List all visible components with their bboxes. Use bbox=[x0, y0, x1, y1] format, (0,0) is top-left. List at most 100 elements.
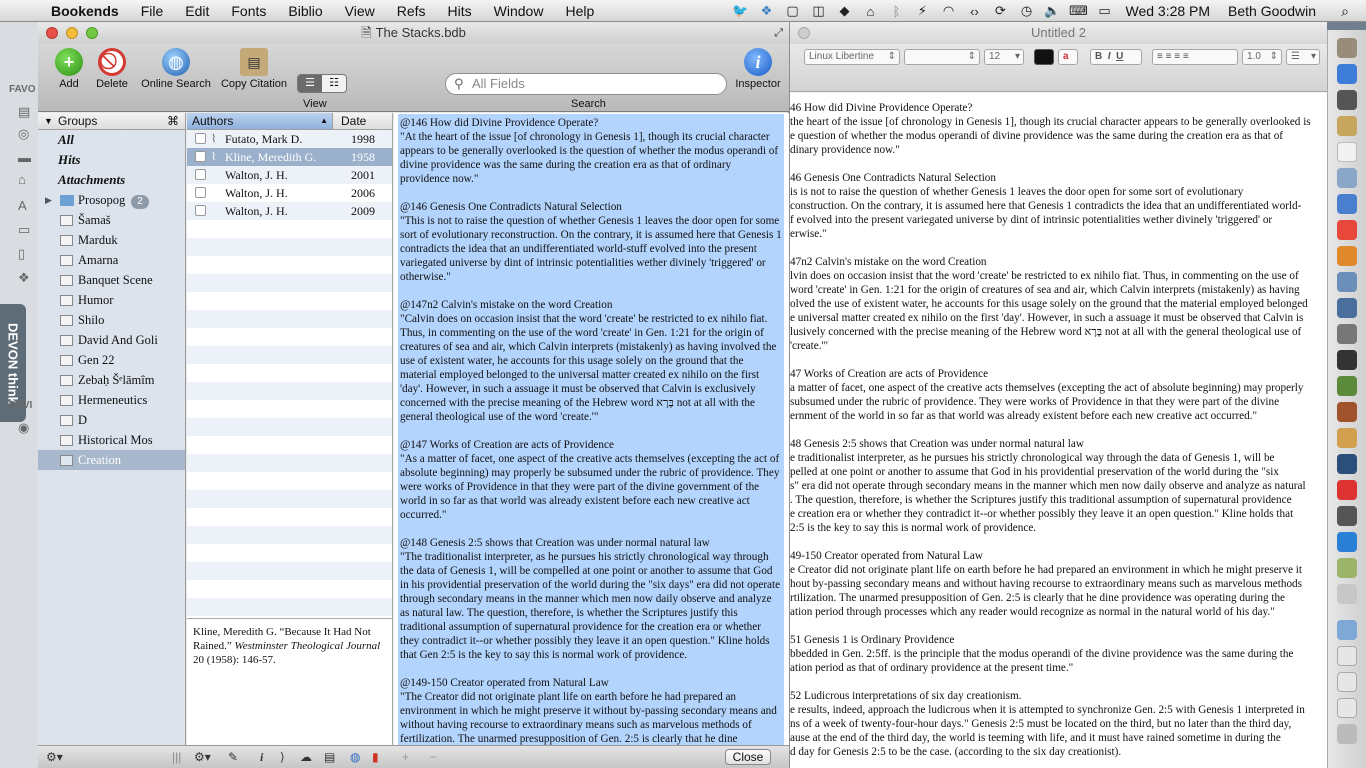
drive-icon[interactable]: ▬ bbox=[18, 150, 36, 165]
text-color-swatch[interactable] bbox=[1034, 49, 1054, 65]
row-checkbox[interactable] bbox=[195, 187, 206, 198]
evernote-icon[interactable]: ◆ bbox=[831, 3, 857, 19]
twitter-icon[interactable]: 🐦 bbox=[727, 3, 753, 19]
document-titlebar[interactable]: Untitled 2 bbox=[790, 22, 1327, 44]
table-row[interactable]: Walton, J. H. 2009 bbox=[187, 202, 392, 220]
bold-italic-underline-buttons[interactable]: B I U bbox=[1090, 49, 1142, 65]
notes-pane[interactable]: @146 How did Divine Providence Operate? "… bbox=[394, 113, 789, 745]
view-detail-icon[interactable]: ☷ bbox=[322, 75, 346, 92]
applications-icon[interactable]: A bbox=[18, 198, 36, 213]
code-icon[interactable]: ‹› bbox=[961, 4, 987, 19]
group-item[interactable]: Historical Mos bbox=[38, 430, 185, 450]
dock-document-icon[interactable] bbox=[1337, 646, 1357, 666]
menu-file[interactable]: File bbox=[130, 3, 175, 19]
dock-folder-icon[interactable] bbox=[1337, 620, 1357, 640]
file-icon[interactable]: ▯ bbox=[18, 246, 36, 261]
group-hits[interactable]: Hits bbox=[38, 150, 185, 170]
bluetooth-icon[interactable]: ᛒ bbox=[883, 4, 909, 19]
dock-app-icon[interactable] bbox=[1337, 350, 1357, 370]
spotlight-icon[interactable]: ⌕ bbox=[1332, 3, 1358, 20]
view-list-icon[interactable]: ☰ bbox=[298, 75, 322, 92]
dock-preview-icon[interactable] bbox=[1337, 272, 1357, 292]
dock-trash-icon[interactable] bbox=[1337, 724, 1357, 744]
splitter-handle-icon[interactable]: ||| bbox=[172, 750, 181, 764]
groups-command-icon[interactable]: ⌘ bbox=[167, 113, 179, 129]
copy-citation-button[interactable]: ▤ Copy Citation bbox=[218, 48, 290, 90]
notes-text-selected[interactable]: @146 How did Divine Providence Operate? "… bbox=[398, 114, 784, 745]
library-icon[interactable]: ⌂ bbox=[857, 4, 883, 19]
sync-icon[interactable]: ⟳ bbox=[987, 3, 1013, 19]
network-icon[interactable]: ◎ bbox=[18, 126, 36, 141]
list-select[interactable]: ☰ ▾ bbox=[1286, 49, 1320, 65]
edit-icon[interactable]: ✎ bbox=[228, 750, 238, 764]
time-machine-icon[interactable]: ◷ bbox=[1013, 3, 1039, 19]
disc-icon[interactable]: ◉ bbox=[18, 420, 36, 435]
menu-app[interactable]: Bookends bbox=[40, 3, 130, 19]
add-button[interactable]: + Add bbox=[52, 48, 86, 90]
dropbox-folder-icon[interactable]: ❖ bbox=[18, 270, 36, 285]
dock-finder-icon[interactable] bbox=[1337, 38, 1357, 58]
pdf-icon[interactable]: ▮ bbox=[372, 750, 379, 764]
spacing-select[interactable]: 1.0 ⇕ bbox=[1242, 49, 1282, 65]
format-icon[interactable]: ⟩ bbox=[280, 750, 285, 764]
dock-acrobat-icon[interactable] bbox=[1337, 480, 1357, 500]
group-item[interactable]: Amarna bbox=[38, 250, 185, 270]
close-window-icon[interactable] bbox=[798, 27, 810, 39]
fullscreen-icon[interactable]: ⤢ bbox=[774, 22, 783, 44]
dock-app-store-icon[interactable] bbox=[1337, 64, 1357, 84]
online-search-button[interactable]: ◍ Online Search bbox=[138, 48, 214, 90]
dock-app-icon[interactable] bbox=[1337, 402, 1357, 422]
search-input[interactable]: ⚲ All Fields bbox=[445, 73, 727, 95]
group-item[interactable]: Šamaš bbox=[38, 210, 185, 230]
group-item[interactable]: David And Goli bbox=[38, 330, 185, 350]
group-item-selected[interactable]: Creation bbox=[38, 450, 185, 470]
alignment-buttons[interactable]: ≡ ≡ ≡ ≡ bbox=[1152, 49, 1238, 65]
menu-hits[interactable]: Hits bbox=[437, 3, 483, 19]
dock-app-icon[interactable] bbox=[1337, 454, 1357, 474]
group-item[interactable]: Humor bbox=[38, 290, 185, 310]
dock-app-icon[interactable] bbox=[1337, 428, 1357, 448]
gear-menu-icon[interactable]: ⚙▾ bbox=[194, 750, 211, 764]
document-body[interactable]: 46 How did Divine Providence Operate? the… bbox=[790, 93, 1327, 768]
row-checkbox[interactable] bbox=[195, 133, 206, 144]
highlight-color-icon[interactable]: a bbox=[1058, 49, 1078, 65]
dock-launchpad-icon[interactable] bbox=[1337, 90, 1357, 110]
dock-app-icon[interactable] bbox=[1337, 532, 1357, 552]
group-prosopog[interactable]: ▶ Prosopog 2 bbox=[38, 190, 185, 210]
dock-chrome-icon[interactable] bbox=[1337, 220, 1357, 240]
group-item[interactable]: Zebaḥ Šᵉlāmîm bbox=[38, 370, 185, 390]
menu-view[interactable]: View bbox=[334, 3, 386, 19]
row-checkbox[interactable] bbox=[195, 169, 206, 180]
user-name[interactable]: Beth Goodwin bbox=[1228, 3, 1316, 19]
dock-calendar-icon[interactable] bbox=[1337, 142, 1357, 162]
group-all[interactable]: All bbox=[38, 130, 185, 150]
menu-help[interactable]: Help bbox=[554, 3, 605, 19]
style-select[interactable]: ⇕ bbox=[904, 49, 980, 65]
font-select[interactable]: Linux Libertine ⇕ bbox=[804, 49, 900, 65]
cloud-icon[interactable]: ☁ bbox=[300, 750, 312, 764]
clock[interactable]: Wed 3:28 PM bbox=[1125, 3, 1210, 19]
gear-icon[interactable]: ⚙▾ bbox=[46, 750, 63, 764]
view-segmented-control[interactable]: ☰ ☷ bbox=[297, 74, 347, 93]
size-select[interactable]: 12 ▾ bbox=[984, 49, 1024, 65]
dock-app-icon[interactable] bbox=[1337, 324, 1357, 344]
close-window-icon[interactable] bbox=[46, 27, 58, 39]
document-icon[interactable]: ▤ bbox=[18, 104, 36, 119]
menu-fonts[interactable]: Fonts bbox=[220, 3, 277, 19]
delete-button[interactable]: ⃠ Delete bbox=[94, 48, 130, 90]
row-checkbox[interactable] bbox=[195, 151, 206, 162]
folder-icon[interactable]: ▭ bbox=[18, 222, 36, 237]
menu-window[interactable]: Window bbox=[483, 3, 555, 19]
volume-icon[interactable]: 🔈 bbox=[1039, 3, 1065, 19]
group-item[interactable]: Banquet Scene bbox=[38, 270, 185, 290]
close-button[interactable]: Close bbox=[725, 749, 771, 765]
dock-notes-icon[interactable] bbox=[1337, 116, 1357, 136]
remove-note-icon[interactable]: − bbox=[430, 750, 437, 764]
dock-app-icon[interactable] bbox=[1337, 376, 1357, 396]
disclosure-icon[interactable]: ▼ bbox=[44, 113, 53, 129]
wifi-icon[interactable]: ◠ bbox=[935, 3, 961, 19]
dock-app-icon[interactable] bbox=[1337, 584, 1357, 604]
group-item[interactable]: Marduk bbox=[38, 230, 185, 250]
power-icon[interactable]: ⚡ bbox=[909, 3, 935, 19]
table-row[interactable]: Walton, J. H. 2006 bbox=[187, 184, 392, 202]
